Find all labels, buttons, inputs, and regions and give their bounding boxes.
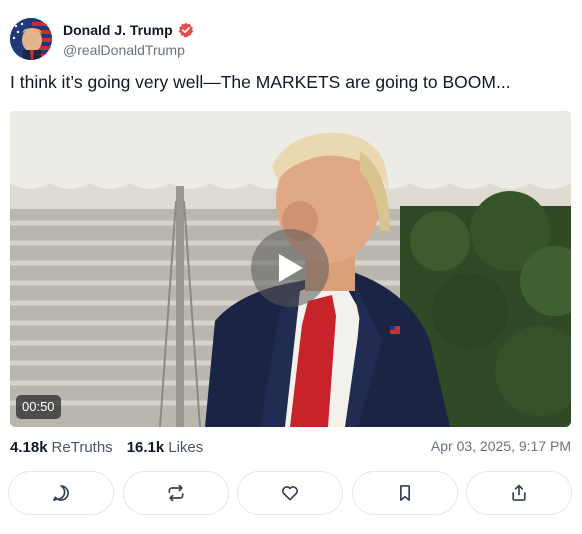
- video-player[interactable]: 00:50: [10, 111, 571, 427]
- reply-icon: [53, 485, 69, 501]
- verified-badge-icon: [178, 22, 194, 38]
- post-header: Donald J. Trump @realDonaldTrump: [10, 16, 194, 62]
- video-duration: 00:50: [16, 395, 61, 419]
- avatar[interactable]: [10, 18, 52, 60]
- likes-label: Likes: [168, 438, 204, 456]
- author-names: Donald J. Trump @realDonaldTrump: [63, 20, 194, 58]
- retruths-label: ReTruths: [51, 438, 113, 456]
- post-stats: 4.18k ReTruths 16.1k Likes Apr 03, 2025,…: [10, 436, 571, 458]
- flag-portrait-avatar-icon: [10, 18, 52, 60]
- likes-count: 16.1k: [126, 438, 165, 456]
- share-button[interactable]: [466, 471, 572, 515]
- reply-button[interactable]: [8, 471, 114, 515]
- display-name-row: Donald J. Trump: [63, 20, 194, 40]
- post-timestamp[interactable]: Apr 03, 2025, 9:17 PM: [431, 438, 571, 454]
- retruths-count: 4.18k: [10, 438, 48, 456]
- action-bar: [8, 471, 572, 515]
- share-icon: [512, 484, 526, 501]
- likes-stat[interactable]: 16.1k Likes: [127, 439, 204, 456]
- handle[interactable]: @realDonaldTrump: [63, 42, 194, 58]
- retruth-icon: [168, 484, 183, 502]
- display-name[interactable]: Donald J. Trump: [63, 22, 173, 38]
- post-text: I think it’s going very well—The MARKETS…: [10, 72, 511, 92]
- play-button[interactable]: [251, 229, 329, 307]
- retruth-button[interactable]: [122, 471, 229, 515]
- bookmark-button[interactable]: [351, 471, 458, 515]
- bookmark-icon: [399, 485, 410, 501]
- like-icon: [282, 486, 298, 501]
- like-button[interactable]: [237, 471, 343, 515]
- play-icon: [279, 254, 303, 282]
- retruths-stat[interactable]: 4.18k ReTruths: [10, 439, 113, 456]
